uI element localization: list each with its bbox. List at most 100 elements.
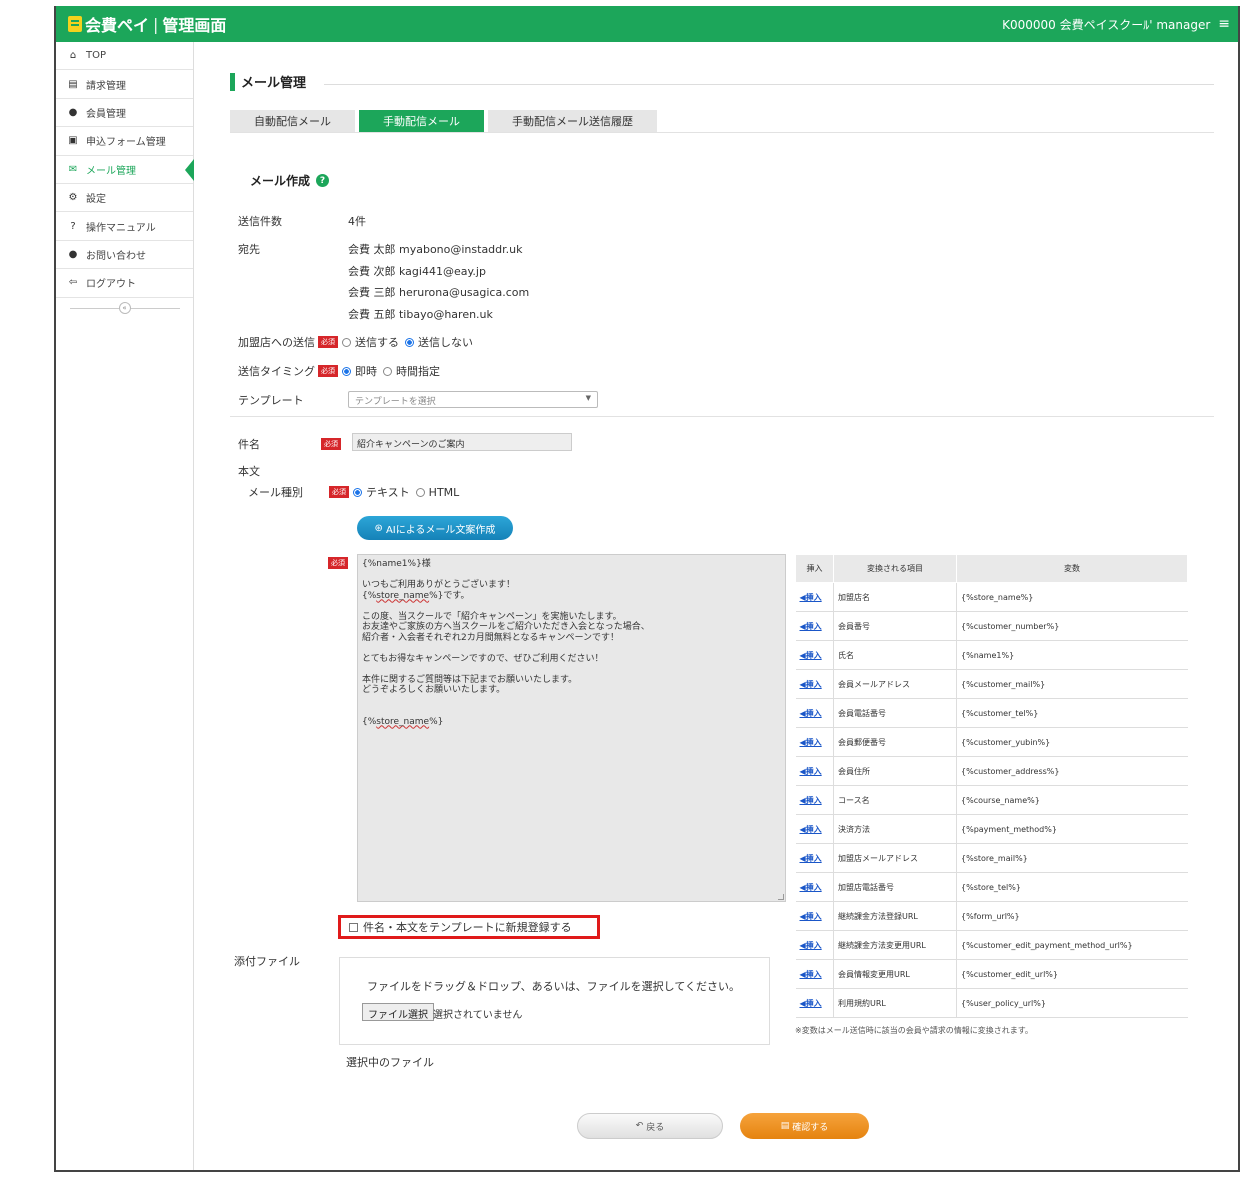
send-count-value: 4件: [348, 215, 366, 228]
ai-mail-draft-label: AIによるメール文案作成: [385, 524, 496, 536]
file-drop-zone[interactable]: ファイルをドラッグ＆ドロップ、あるいは、ファイルを選択してください。 ファイル選…: [339, 957, 770, 1045]
required-badge: 必須: [321, 438, 341, 450]
table-row: ◀挿入 会員住所 {%customer_address%}: [795, 756, 1188, 786]
insert-link[interactable]: ◀挿入: [795, 727, 834, 757]
insert-link[interactable]: ◀挿入: [795, 698, 834, 728]
sidebar-item-label: TOP: [86, 50, 107, 62]
var-token: store_name: [376, 590, 430, 601]
insert-link[interactable]: ◀挿入: [795, 959, 834, 989]
item-cell: 氏名: [833, 640, 957, 670]
user-icon: ●: [68, 106, 78, 118]
body-line: この度、当スクールで「紹介キャンペーン」を実施いたします。: [362, 611, 622, 622]
insert-link[interactable]: ◀挿入: [795, 930, 834, 960]
help-icon[interactable]: ?: [316, 174, 330, 187]
variables-table: 挿入 変換される項目 変数 ◀挿入 加盟店名 {%store_name%} ◀挿入会…: [795, 554, 1188, 1018]
column-header: 変数: [956, 554, 1188, 583]
page-title-text: メール管理: [241, 76, 307, 91]
insert-link[interactable]: ◀挿入: [795, 669, 834, 699]
logout-icon: ⇦: [68, 277, 78, 289]
insert-link[interactable]: ◀挿入: [795, 901, 834, 931]
sidebar-item-manual[interactable]: ? 操作マニュアル: [56, 212, 193, 241]
hamburger-icon[interactable]: ≡: [1218, 16, 1230, 32]
store-send-no-radio[interactable]: 送信しない: [405, 334, 473, 350]
brand-logo[interactable]: 会費ペイ | 管理画面: [68, 12, 226, 36]
divider: [230, 416, 1214, 417]
sidebar-item-label: 操作マニュアル: [86, 222, 156, 234]
table-row: ◀挿入 コース名 {%course_name%}: [795, 785, 1188, 815]
sidebar-item-label: お問い合わせ: [86, 250, 146, 262]
insert-link[interactable]: ◀挿入: [795, 611, 834, 641]
insert-link[interactable]: ◀挿入: [795, 582, 834, 612]
subject-input[interactable]: 紹介キャンペーンのご案内: [352, 433, 572, 451]
sidebar: ⌂ TOP ▤ 請求管理 ● 会員管理 ▣ 申込フォーム管理 ✉ メール管理 ⚙ 設定 ? 操…: [56, 42, 194, 1170]
sidebar-item-top[interactable]: ⌂ TOP: [56, 42, 193, 71]
attach-label: 添付ファイル: [234, 955, 300, 968]
store-send-label: 加盟店への送信: [238, 336, 315, 349]
body-line: 紹介者・入会者それぞれ2カ月間無料となるキャンペーンです！: [362, 632, 620, 643]
undo-icon: ↶: [635, 1121, 644, 1131]
body-textarea[interactable]: {%name1%}様 いつもご利用ありがとうございます！ {%store_nam…: [357, 554, 786, 902]
brand-separator: |: [153, 14, 159, 34]
divider: «: [69, 302, 180, 315]
tab-manual-mail[interactable]: 手動配信メール: [359, 110, 484, 132]
radio-icon: [383, 366, 392, 376]
sidebar-item-label: 請求管理: [86, 80, 126, 92]
mail-type-text-radio[interactable]: テキスト: [353, 484, 410, 500]
timing-now-radio[interactable]: 即時: [342, 363, 377, 379]
table-row: ◀挿入 会員電話番号 {%customer_tel%}: [795, 698, 1188, 728]
account-name[interactable]: K000000 会費ペイスクーﾙ' manager: [1002, 16, 1210, 33]
insert-link[interactable]: ◀挿入: [795, 872, 834, 902]
table-header-row: 挿入 変換される項目 変数: [795, 554, 1188, 583]
insert-link[interactable]: ◀挿入: [795, 785, 834, 815]
template-select[interactable]: テンプレートを選択 ▼: [348, 391, 598, 408]
var-token: %}: [429, 716, 444, 727]
mail-type-html-radio[interactable]: HTML: [415, 486, 459, 499]
variable-cell: {%customer_number%}: [956, 611, 1188, 641]
file-select-button[interactable]: ファイル選択: [362, 1003, 434, 1021]
back-label: 戻る: [646, 1122, 665, 1133]
item-cell: 会員住所: [833, 756, 957, 786]
main-content: メール管理 自動配信メール 手動配信メール 手動配信メール送信履歴 メール作成 …: [194, 42, 1238, 1170]
resize-handle-icon[interactable]: [778, 894, 784, 900]
radio-label: テキスト: [366, 486, 410, 499]
tab-manual-mail-history[interactable]: 手動配信メール送信履歴: [488, 110, 657, 132]
sidebar-item-forms[interactable]: ▣ 申込フォーム管理: [56, 127, 193, 156]
insert-link[interactable]: ◀挿入: [795, 640, 834, 670]
drop-zone-message: ファイルをドラッグ＆ドロップ、あるいは、ファイルを選択してください。: [367, 980, 741, 993]
mail-tabs: 自動配信メール 手動配信メール 手動配信メール送信履歴: [230, 110, 661, 132]
selected-files-label: 選択中のファイル: [346, 1056, 434, 1069]
variable-cell: {%user_policy_url%}: [956, 988, 1188, 1018]
variable-cell: {%store_mail%}: [956, 843, 1188, 873]
chevron-down-icon: ▼: [585, 394, 591, 402]
ai-icon: ⊛: [374, 522, 383, 534]
sidebar-item-settings[interactable]: ⚙ 設定: [56, 184, 193, 213]
radio-icon: [342, 337, 351, 347]
sidebar-item-logout[interactable]: ⇦ ログアウト: [56, 269, 193, 298]
back-button[interactable]: ↶ 戻る: [577, 1113, 723, 1139]
confirm-button[interactable]: ▤ 確認する: [740, 1113, 869, 1139]
sidebar-item-mail[interactable]: ✉ メール管理: [56, 156, 194, 184]
collapse-icon[interactable]: «: [118, 302, 131, 315]
template-label: テンプレート: [238, 394, 304, 407]
item-cell: 決済方法: [833, 814, 957, 844]
table-row: ◀挿入 継続課金方法登録URL {%form_url%}: [795, 901, 1188, 931]
store-send-yes-radio[interactable]: 送信する: [342, 334, 399, 350]
sidebar-item-billing[interactable]: ▤ 請求管理: [56, 70, 193, 99]
tab-auto-mail[interactable]: 自動配信メール: [230, 110, 355, 132]
title-accent-bar: [230, 72, 235, 91]
ai-mail-draft-button[interactable]: ⊛ AIによるメール文案作成: [357, 516, 513, 540]
item-cell: 加盟店メールアドレス: [833, 843, 957, 873]
insert-link[interactable]: ◀挿入: [795, 756, 834, 786]
sidebar-item-members[interactable]: ● 会員管理: [56, 99, 193, 128]
sidebar-item-contact[interactable]: ● お問い合わせ: [56, 241, 193, 270]
template-register-checkbox[interactable]: 件名・本文をテンプレートに新規登録する: [338, 915, 600, 939]
insert-link[interactable]: ◀挿入: [795, 988, 834, 1018]
insert-link[interactable]: ◀挿入: [795, 843, 834, 873]
sidebar-item-label: 申込フォーム管理: [86, 137, 166, 149]
insert-link[interactable]: ◀挿入: [795, 814, 834, 844]
variable-cell: {%payment_method%}: [956, 814, 1188, 844]
radio-label: 時間指定: [396, 365, 440, 378]
timing-scheduled-radio[interactable]: 時間指定: [383, 363, 440, 379]
sidebar-collapse-row: «: [56, 298, 193, 320]
top-bar: 会費ペイ | 管理画面 K000000 会費ペイスクーﾙ' manager ≡: [56, 6, 1238, 42]
